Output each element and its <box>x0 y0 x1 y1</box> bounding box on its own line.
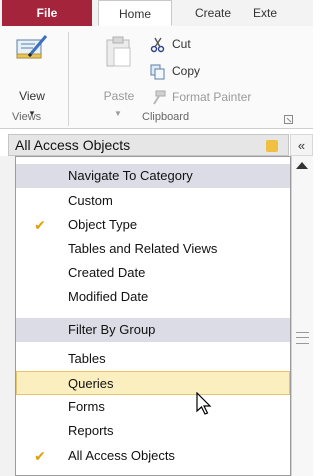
checkmark-icon: ✔ <box>34 217 46 233</box>
design-view-icon <box>16 35 48 59</box>
cut-label: Cut <box>172 37 191 51</box>
menu-item-label: Queries <box>68 376 114 391</box>
format-painter-label: Format Painter <box>172 90 252 104</box>
menu-item-modified-date[interactable]: Modified Date <box>16 285 290 309</box>
scissors-icon <box>150 37 165 53</box>
paste-button[interactable]: Paste ▼ <box>98 34 140 118</box>
tab-external-data[interactable]: Exte <box>253 0 320 26</box>
paste-button-label: Paste <box>103 89 135 103</box>
cut-button[interactable]: Cut <box>150 34 191 54</box>
views-group-label: Views <box>12 111 42 123</box>
menu-item-label: Custom <box>68 193 113 208</box>
ribbon-panel: View ▼ Views Paste ▼ Cut Copy Format Pai… <box>0 26 313 129</box>
menu-item-all-access-objects[interactable]: ✔ All Access Objects <box>16 444 290 468</box>
copy-button[interactable]: Copy <box>150 61 200 81</box>
copy-label: Copy <box>172 64 201 78</box>
menu-item-label: Reports <box>68 423 114 438</box>
menu-item-object-type[interactable]: ✔ Object Type <box>16 213 290 237</box>
menu-item-label: Tables <box>68 351 106 366</box>
nav-pane-header[interactable]: All Access Objects <box>8 134 289 156</box>
view-button[interactable]: View ▼ <box>10 34 54 118</box>
scroll-up-icon[interactable] <box>296 162 308 169</box>
menu-item-tables-related-views[interactable]: Tables and Related Views <box>16 237 290 261</box>
menu-item-label: Forms <box>68 399 105 414</box>
dialog-launcher-icon[interactable] <box>284 115 293 124</box>
menu-item-reports[interactable]: Reports <box>16 419 290 443</box>
shutter-bar-button[interactable]: « <box>290 134 313 156</box>
paste-icon <box>106 36 131 67</box>
menu-item-created-date[interactable]: Created Date <box>16 261 290 285</box>
mouse-pointer-icon <box>196 392 212 415</box>
menu-header-label: Filter By Group <box>68 322 156 337</box>
menu-item-custom[interactable]: Custom <box>16 189 290 213</box>
format-painter-button[interactable]: Format Painter <box>150 87 251 107</box>
chevron-down-icon[interactable] <box>266 140 278 152</box>
format-painter-icon <box>153 90 166 105</box>
chevron-down-icon: ▼ <box>114 109 122 118</box>
view-button-label: View <box>19 89 45 103</box>
scrollbar-thumb[interactable] <box>296 332 309 344</box>
copy-icon <box>150 64 165 80</box>
clipboard-group-label: Clipboard <box>142 111 190 123</box>
menu-item-label: Object Type <box>68 217 138 232</box>
menu-item-forms[interactable]: Forms <box>16 395 290 419</box>
nav-pane-scrollbar[interactable] <box>291 156 313 476</box>
menu-item-label: Tables and Related Views <box>68 241 218 256</box>
nav-pane-background <box>0 156 16 476</box>
checkmark-icon: ✔ <box>34 448 46 464</box>
menu-item-tables[interactable]: Tables <box>16 347 290 371</box>
menu-item-queries[interactable]: Queries <box>16 371 290 395</box>
nav-category-menu: Navigate To Category Custom ✔ Object Typ… <box>15 156 291 476</box>
menu-header-filter: Filter By Group <box>16 318 290 342</box>
menu-item-label: All Access Objects <box>68 448 175 463</box>
ribbon-tabbar: File Home Create Exte <box>0 0 313 27</box>
menu-header-navigate: Navigate To Category <box>16 164 290 188</box>
menu-header-label: Navigate To Category <box>68 168 193 183</box>
nav-pane-title: All Access Objects <box>15 137 131 153</box>
tab-home[interactable]: Home <box>98 0 172 26</box>
tab-create[interactable]: Create <box>176 0 250 26</box>
menu-item-label: Modified Date <box>68 289 149 304</box>
group-divider <box>68 32 69 126</box>
tab-file[interactable]: File <box>2 0 92 26</box>
menu-item-label: Created Date <box>68 265 146 280</box>
